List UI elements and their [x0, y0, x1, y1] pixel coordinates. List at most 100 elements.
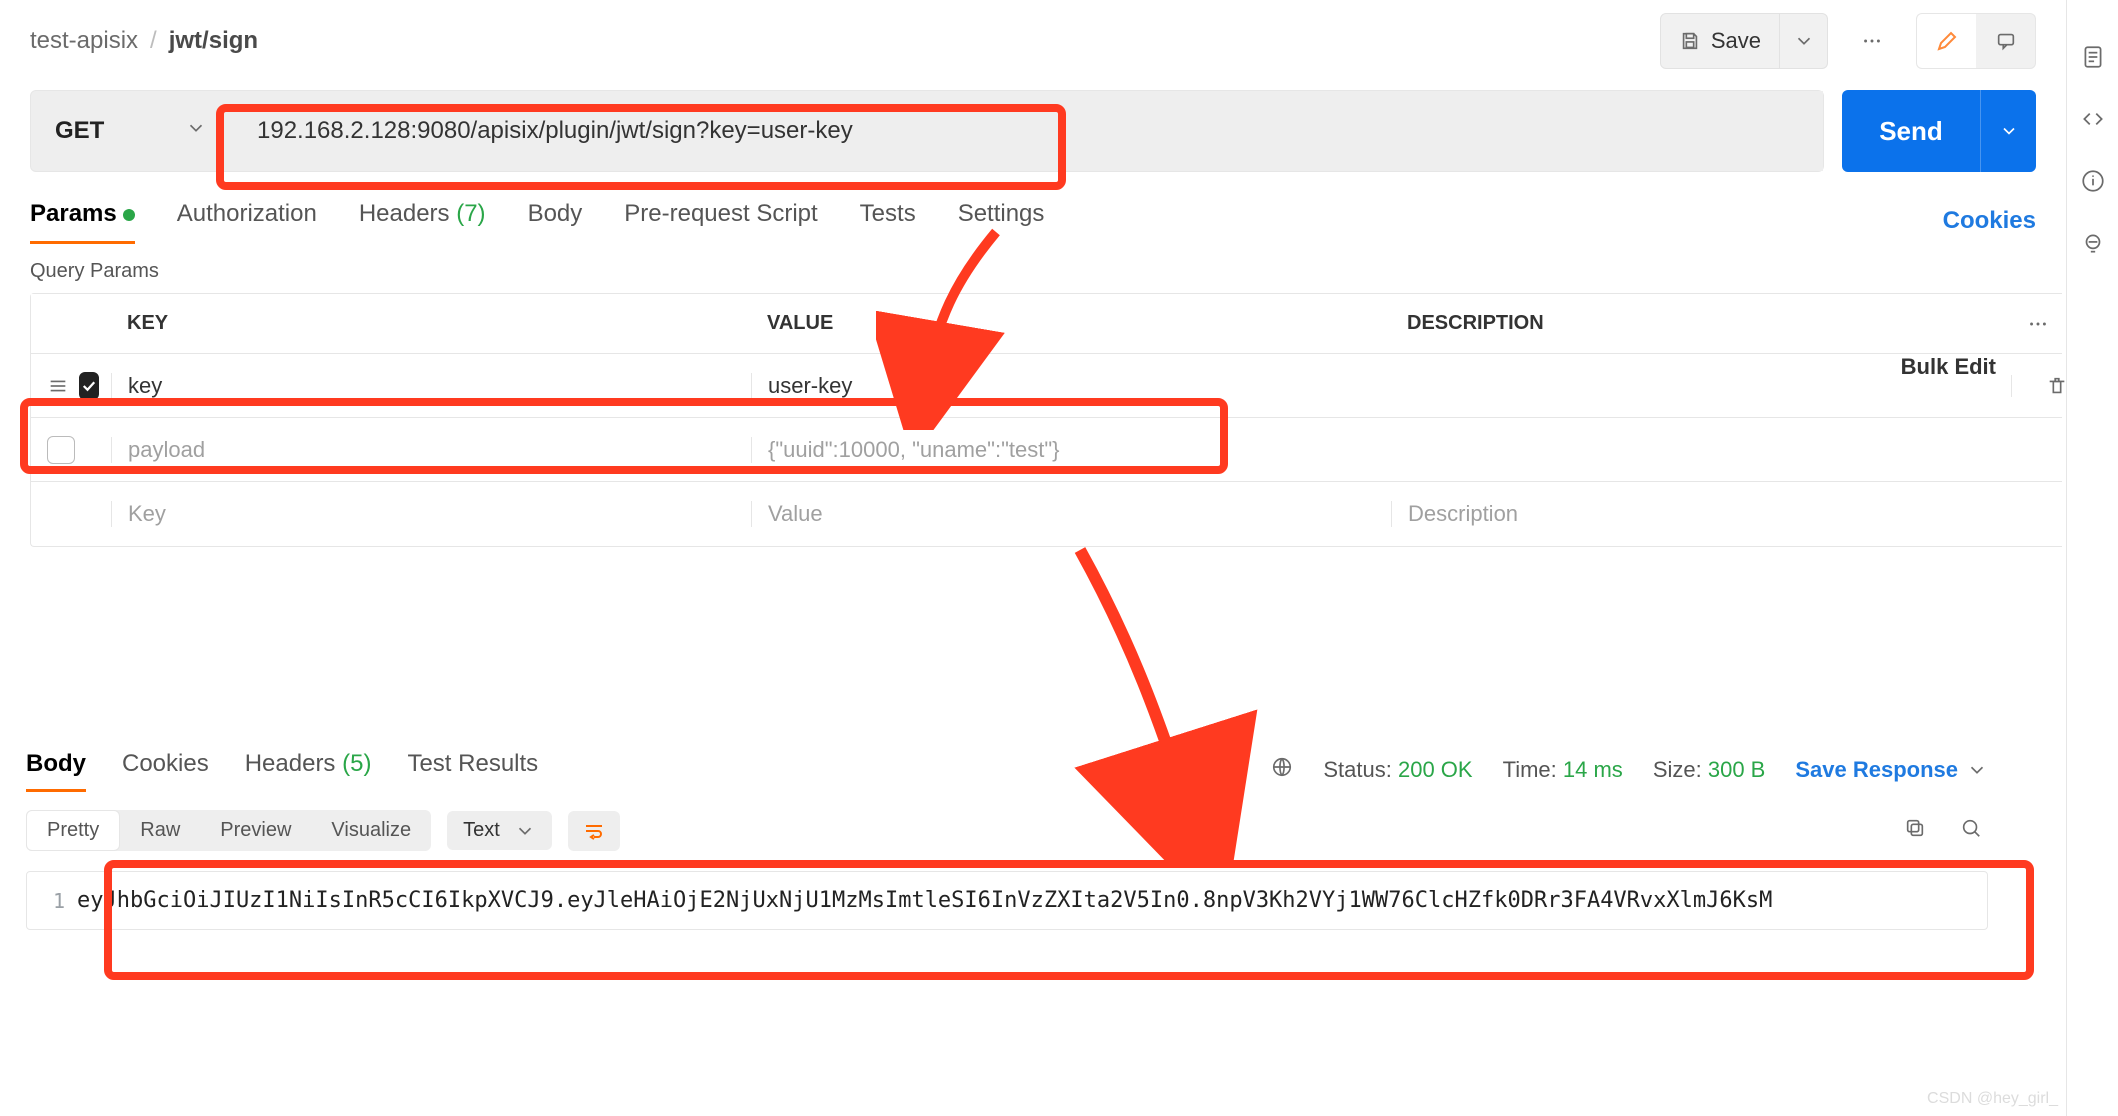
tab-headers-label: Headers [359, 200, 450, 227]
request-url-input[interactable] [255, 116, 1799, 146]
query-params-table: KEY VALUE DESCRIPTION key user-key [30, 293, 2062, 547]
fmt-raw[interactable]: Raw [120, 811, 200, 850]
columns-more-button[interactable] [2027, 313, 2049, 335]
request-url-row: GET Send [4, 90, 2062, 172]
line-number: 1 [27, 889, 77, 913]
breadcrumb-separator: / [150, 27, 157, 55]
resp-tab-test-results[interactable]: Test Results [407, 750, 538, 790]
row-toggle-checkbox[interactable] [47, 436, 75, 464]
send-dropdown[interactable] [1980, 90, 2036, 172]
breadcrumb: test-apisix / jwt/sign [30, 27, 258, 55]
info-icon[interactable] [2080, 168, 2106, 194]
cell-key[interactable]: payload [111, 437, 751, 463]
table-row: Key Value Description [31, 482, 2062, 546]
cell-value-new[interactable]: Value [751, 501, 1391, 527]
time-value: 14 ms [1563, 757, 1623, 782]
size-label: Size: [1653, 757, 1702, 782]
fmt-visualize[interactable]: Visualize [311, 811, 431, 850]
comment-button[interactable] [1976, 13, 2036, 69]
save-dropdown[interactable] [1780, 13, 1828, 69]
bulk-edit-button[interactable]: Bulk Edit [1901, 354, 1996, 380]
th-value: VALUE [751, 312, 1391, 335]
tab-authorization[interactable]: Authorization [177, 200, 317, 242]
cell-desc-new[interactable]: Description [1391, 501, 2011, 527]
cell-key[interactable]: key [111, 373, 751, 399]
http-method-label: GET [55, 117, 104, 145]
search-button[interactable] [1960, 817, 1988, 845]
fmt-preview[interactable]: Preview [200, 811, 311, 850]
row-toggle-checkbox[interactable] [79, 372, 99, 400]
globe-icon[interactable] [1271, 756, 1293, 784]
wrap-icon [582, 819, 606, 843]
response-body: 1 eyJhbGciOiJIUzI1NiIsInR5cCI6IkpXVCJ9.e… [26, 871, 1988, 930]
pencil-icon [1935, 29, 1959, 53]
copy-button[interactable] [1904, 817, 1932, 845]
code-icon[interactable] [2080, 106, 2106, 132]
table-row: key user-key [31, 354, 2062, 418]
save-group: Save [1660, 13, 1828, 69]
request-tabs: Params Authorization Headers (7) Body Pr… [4, 200, 2062, 242]
save-response-label: Save Response [1795, 757, 1958, 783]
breadcrumb-collection[interactable]: test-apisix [30, 27, 138, 55]
format-type-select[interactable]: Text [447, 811, 552, 850]
http-method-select[interactable]: GET [31, 91, 231, 171]
idea-icon[interactable] [2080, 230, 2106, 256]
sliders-icon [47, 375, 69, 397]
save-button[interactable]: Save [1660, 13, 1780, 69]
cell-value[interactable]: user-key [751, 373, 1391, 399]
format-type-label: Text [463, 819, 500, 842]
row-drag-handle[interactable] [47, 375, 69, 397]
right-rail [2066, 0, 2118, 1116]
edit-group [1916, 13, 2036, 69]
size-value: 300 B [1708, 757, 1766, 782]
breadcrumb-request[interactable]: jwt/sign [169, 27, 258, 55]
tab-headers[interactable]: Headers (7) [359, 200, 486, 242]
chevron-down-icon [1966, 759, 1988, 781]
fmt-pretty[interactable]: Pretty [26, 810, 120, 851]
params-indicator [123, 209, 135, 221]
tab-settings[interactable]: Settings [958, 200, 1045, 242]
check-icon [80, 377, 98, 395]
cookies-link[interactable]: Cookies [1943, 207, 2036, 235]
tab-body[interactable]: Body [528, 200, 583, 242]
format-segment: Pretty Raw Preview Visualize [26, 810, 431, 851]
tab-pre-request[interactable]: Pre-request Script [624, 200, 817, 242]
resp-tab-body[interactable]: Body [26, 750, 86, 790]
row-delete-button[interactable] [2011, 375, 2101, 397]
chevron-down-icon [514, 820, 536, 842]
topbar: test-apisix / jwt/sign Save [4, 0, 2062, 82]
table-row: payload {"uuid":10000, "uname":"test"} [31, 418, 2062, 482]
chevron-down-icon [1999, 121, 2019, 141]
more-horizontal-icon [2027, 313, 2049, 335]
more-menu-button[interactable] [1846, 13, 1898, 69]
time-label: Time: [1503, 757, 1557, 782]
query-params-head: KEY VALUE DESCRIPTION [31, 294, 2062, 354]
cell-value[interactable]: {"uuid":10000, "uname":"test"} [751, 437, 1391, 463]
th-key: KEY [111, 312, 751, 335]
response-tabs: Body Cookies Headers (5) Test Results [26, 750, 538, 790]
send-button[interactable]: Send [1842, 90, 1980, 172]
resp-tab-cookies[interactable]: Cookies [122, 750, 209, 790]
cell-key-new[interactable]: Key [111, 501, 751, 527]
more-horizontal-icon [1861, 30, 1883, 52]
tab-params-label: Params [30, 200, 117, 227]
doc-icon[interactable] [2080, 44, 2106, 70]
resp-tab-headers[interactable]: Headers (5) [245, 750, 372, 790]
edit-button[interactable] [1916, 13, 1976, 69]
tab-params[interactable]: Params [30, 200, 135, 242]
response-format-row: Pretty Raw Preview Visualize Text [26, 810, 1988, 851]
status-label: Status: [1323, 757, 1391, 782]
response-line[interactable]: eyJhbGciOiJIUzI1NiIsInR5cCI6IkpXVCJ9.eyJ… [77, 888, 1987, 913]
wrap-lines-button[interactable] [568, 811, 620, 851]
watermark: CSDN @hey_girl_ [1927, 1090, 2058, 1108]
save-response-menu[interactable]: Save Response [1795, 757, 1988, 783]
search-icon [1960, 817, 1982, 839]
resp-tab-headers-label: Headers [245, 750, 336, 777]
chevron-down-icon [185, 117, 207, 139]
chevron-down-icon [1793, 30, 1815, 52]
query-params-title: Query Params [4, 242, 2062, 293]
tab-tests[interactable]: Tests [860, 200, 916, 242]
copy-icon [1904, 817, 1926, 839]
status-value: 200 OK [1398, 757, 1473, 782]
resp-headers-count: (5) [342, 750, 371, 777]
